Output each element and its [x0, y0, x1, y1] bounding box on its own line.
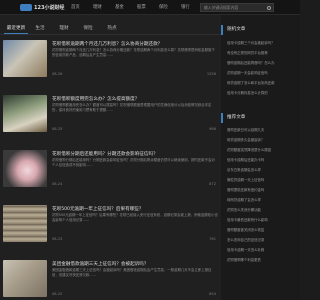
sidebar-link[interactable]: 借呗逾期后还能再借吗？怎么办 — [227, 58, 298, 68]
article-date: 08-25 — [52, 127, 63, 131]
logo-text: 123小说财经 — [34, 5, 65, 11]
sidebar-link[interactable]: 信用卡最低还款有什么影响 — [227, 215, 298, 225]
nav-item-stock[interactable]: 股票 — [137, 4, 159, 10]
sidebar-link[interactable]: 花呗额度突然降低是什么原因 — [227, 145, 298, 155]
article-thumbnail[interactable] — [3, 150, 47, 187]
article-excerpt: 美团金融借款逾期三天上征信吗？会被起诉吗？美团借钱逾期后会产生罚息，一般逾期几天… — [52, 268, 212, 277]
sidebar-list-random: 信用卡逾期三个月会被起诉吗？ 有没有正规的网贷平台推荐 借呗逾期后还能再借吗？怎… — [227, 38, 298, 98]
tab-life[interactable]: 生活 — [28, 25, 52, 34]
article-title[interactable]: 花呗借呗额度用完怎么办？怎么提高额度？ — [52, 96, 220, 102]
list-item[interactable]: 花呗借呗逾期两个月还几万利息？怎么协商分期还款？ 花呗借呗逾期两个月还几万利息？… — [0, 40, 221, 88]
search-input[interactable] — [201, 4, 265, 11]
sidebar-heading-recommended: 推荐文章 — [221, 113, 300, 123]
article-thumbnail[interactable] — [3, 40, 47, 77]
nav-item-finance[interactable]: 理财 — [93, 4, 115, 10]
sidebar-link[interactable]: 信用卡逾期一天怎么补救 — [227, 245, 298, 255]
tab-hot[interactable]: 热点 — [100, 25, 124, 34]
article-title[interactable]: 美团金融借款逾期三天上征信吗？会被起诉吗？ — [52, 261, 220, 267]
sidebar-heading-random: 随机文章 — [221, 25, 300, 35]
sidebar-link[interactable]: 网贷逾期多久会被起诉？ — [227, 135, 298, 145]
article-title[interactable]: 花呗借呗逾期两个月还几万利息？怎么协商分期还款？ — [52, 41, 220, 47]
search-box — [200, 3, 274, 12]
article-date: 08-22 — [52, 292, 63, 296]
tab-insurance[interactable]: 保险 — [76, 25, 100, 34]
article-date: 08-26 — [52, 72, 63, 76]
article-thumbnail[interactable] — [3, 205, 47, 242]
nav-item-fund[interactable]: 基金 — [115, 4, 137, 10]
sidebar-link[interactable]: 信用卡分期利息怎么计算的 — [227, 88, 298, 98]
sidebar-link[interactable]: 花呗怎么关闭分期功能 — [227, 205, 298, 215]
site-header: 123小说财经 首页 理财 基金 股票 保险 银行 — [0, 0, 300, 15]
sidebar-link[interactable]: 网商贷逾期了会怎么样 — [227, 195, 298, 205]
sidebar-link[interactable]: 网贷逾期了怎么和平台协商还款 — [227, 78, 298, 88]
sidebar-link[interactable]: 微粒贷逾期一天上征信吗 — [227, 175, 298, 185]
sidebar-list-recommended: 借呗还款日可以延期几天 网贷逾期多久会被起诉？ 花呗额度突然降低是什么原因 信用… — [227, 125, 298, 265]
article-title[interactable]: 花呗借呗分期后还能用吗？分期还款会影响征信吗？ — [52, 151, 220, 157]
article-views: 654 — [209, 292, 216, 296]
sidebar-link[interactable]: 有没有正规的网贷平台推荐 — [227, 48, 298, 58]
main-content: 最近更新 生活 理财 保险 热点 花呗借呗逾期两个月还几万利息？怎么协商分期还款… — [0, 15, 221, 300]
site-logo[interactable]: 123小说财经 — [20, 3, 64, 12]
sidebar: 随机文章 信用卡逾期三个月会被起诉吗？ 有没有正规的网贷平台推荐 借呗逾期后还能… — [221, 15, 300, 300]
sidebar-link[interactable]: 京东白条逾期会怎么样 — [227, 165, 298, 175]
article-views: 1256 — [206, 72, 216, 76]
sidebar-link[interactable]: 借呗额度被关闭怎么恢复 — [227, 225, 298, 235]
article-thumbnail[interactable] — [3, 260, 47, 297]
sidebar-link[interactable]: 借呗提前还款有违约金吗 — [227, 185, 298, 195]
sidebar-link[interactable]: 借呗还款日可以延期几天 — [227, 125, 298, 135]
sidebar-link[interactable]: 信用卡逾期三个月会被起诉吗？ — [227, 38, 298, 48]
nav-item-home[interactable]: 首页 — [71, 4, 93, 10]
list-item[interactable]: 美团金融借款逾期三天上征信吗？会被起诉吗？ 美团金融借款逾期三天上征信吗？会被起… — [0, 260, 221, 300]
tab-latest[interactable]: 最近更新 — [4, 25, 28, 34]
sidebar-link[interactable]: 信用卡逾期后还能办卡吗 — [227, 155, 298, 165]
list-item[interactable]: 花呗借呗额度用完怎么办？怎么提高额度？ 花呗借呗额度用完怎么办？额度可以提高吗？… — [0, 95, 221, 143]
tab-finance[interactable]: 理财 — [52, 25, 76, 34]
article-thumbnail[interactable] — [3, 95, 47, 132]
article-excerpt: 花呗借呗逾期两个月还几万利息？怎么协商分期还款？花呗逾期两个月利息怎么算？花呗借… — [52, 48, 215, 57]
article-excerpt: 花呗借呗分期后还能用吗？分期还款会影响征信吗？花呗分期后剩余额度仍然可以继续使用… — [52, 158, 215, 167]
article-excerpt: 花呗500元逾期一年上征信吗？后果有哪些？花呗已经接入央行征信系统，逾期记录会被… — [52, 213, 218, 222]
article-title[interactable]: 花呗500元逾期一年上征信吗？后果有哪些？ — [52, 206, 220, 212]
main-nav: 首页 理财 基金 股票 保险 银行 — [71, 4, 203, 10]
article-date: 08-23 — [52, 237, 63, 241]
article-views: 872 — [209, 182, 216, 186]
article-date: 08-24 — [52, 182, 63, 186]
article-views: 986 — [209, 127, 216, 131]
category-tabs: 最近更新 生活 理财 保险 热点 — [0, 25, 221, 35]
logo-mark-icon — [20, 4, 32, 11]
article-excerpt: 花呗借呗额度用完怎么办？额度可以提高吗？花呗借呗额度是根据用户的芝麻信用分以及消… — [52, 103, 212, 112]
article-views: 761 — [209, 237, 216, 241]
sidebar-link[interactable]: 花呗借呗哪个利息更低 — [227, 255, 298, 265]
list-item[interactable]: 花呗借呗分期后还能用吗？分期还款会影响征信吗？ 花呗借呗分期后还能用吗？分期还款… — [0, 150, 221, 198]
list-item[interactable]: 花呗500元逾期一年上征信吗？后果有哪些？ 花呗500元逾期一年上征信吗？后果有… — [0, 205, 221, 253]
sidebar-link[interactable]: 怎么查询自己的征信记录 — [227, 235, 298, 245]
nav-item-insurance[interactable]: 保险 — [159, 4, 181, 10]
sidebar-link[interactable]: 花呗逾期一天会影响征信吗 — [227, 68, 298, 78]
search-icon[interactable] — [267, 5, 271, 10]
